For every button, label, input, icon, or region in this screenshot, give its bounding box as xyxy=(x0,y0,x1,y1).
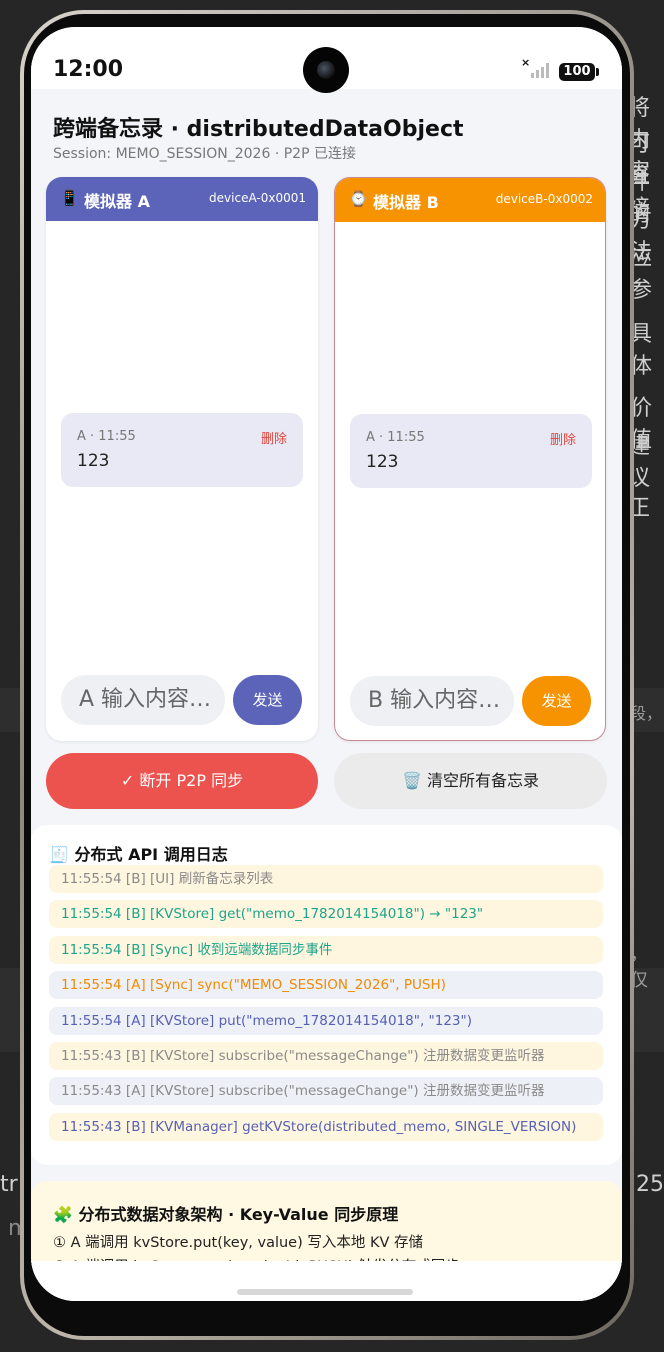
svg-text:×: × xyxy=(521,57,530,69)
device-b-panel: ⌚ 模拟器 B deviceB-0x0002 A · 11:55 删除 123 … xyxy=(334,177,606,741)
memo-delete-button[interactable]: 删除 xyxy=(550,429,576,448)
home-bar-area xyxy=(31,1261,622,1301)
device-b-name: 模拟器 B xyxy=(373,193,439,212)
architecture-step: ① A 端调用 kvStore.put(key, value) 写入本地 KV … xyxy=(53,1235,424,1251)
device-a-id: deviceA-0x0001 xyxy=(209,191,306,205)
status-bar: 12:00 × 100 xyxy=(31,27,622,93)
signal-icon: × xyxy=(521,57,549,78)
architecture-title: 🧩 分布式数据对象架构 · Key-Value 同步原理 xyxy=(53,1205,399,1224)
log-entry: 11:55:54 [A] [KVStore] put("memo_1782014… xyxy=(49,1006,603,1035)
memo-text: 123 xyxy=(366,452,399,472)
background-text: tr xyxy=(0,1172,18,1197)
device-b-id: deviceB-0x0002 xyxy=(495,192,593,206)
device-b-header: ⌚ 模拟器 B deviceB-0x0002 xyxy=(335,178,605,222)
memo-text: 123 xyxy=(77,451,110,471)
api-log-title: 🧾 分布式 API 调用日志 xyxy=(49,845,228,864)
session-status: Session: MEMO_SESSION_2026 · P2P 已连接 xyxy=(53,146,356,162)
memo-item: A · 11:55 删除 123 xyxy=(350,414,592,488)
clear-all-memos-button[interactable]: 🗑️ 清空所有备忘录 xyxy=(334,753,607,809)
log-entry: 11:55:43 [B] [KVManager] getKVStore(dist… xyxy=(49,1112,603,1141)
log-entry: 11:55:43 [A] [KVStore] subscribe("messag… xyxy=(49,1077,603,1106)
device-a-header: 📱 模拟器 A deviceA-0x0001 xyxy=(46,177,318,221)
background-text: 具体 xyxy=(630,322,653,379)
memo-meta: A · 11:55 xyxy=(366,430,425,445)
device-a-panel: 📱 模拟器 A deviceA-0x0001 A · 11:55 删除 123 … xyxy=(46,177,318,741)
battery-icon: 100 xyxy=(559,63,599,81)
home-indicator[interactable] xyxy=(237,1289,413,1295)
device-b-input[interactable]: B 输入内容… xyxy=(350,676,514,726)
disconnect-p2p-button[interactable]: ✓ 断开 P2P 同步 xyxy=(46,753,318,809)
phone-screen: 12:00 × 100 跨端备忘录 · distributedDataObjec… xyxy=(31,27,622,1301)
log-entry: 11:55:43 [B] [KVStore] subscribe("messag… xyxy=(49,1042,603,1070)
device-a-input[interactable]: A 输入内容… xyxy=(61,675,225,725)
background-text: 应参 xyxy=(630,246,653,303)
device-a-name: 模拟器 A xyxy=(84,192,150,211)
log-entry: 11:55:54 [B] [KVStore] get("memo_1782014… xyxy=(49,900,603,929)
background-text: 25 xyxy=(636,1172,664,1197)
phone-icon: 📱 xyxy=(60,189,79,207)
status-time: 12:00 xyxy=(53,57,124,82)
background-text: 段， xyxy=(630,704,663,723)
memo-meta: A · 11:55 xyxy=(77,429,136,444)
watch-icon: ⌚ xyxy=(349,190,368,208)
log-entry: 11:55:54 [B] [Sync] 收到远端数据同步事件 xyxy=(49,935,603,964)
page-title: 跨端备忘录 · distributedDataObject xyxy=(53,117,464,142)
log-entry: 11:55:54 [A] [Sync] sync("MEMO_SESSION_2… xyxy=(49,971,603,1000)
log-entry: 11:55:54 [B] [UI] 刷新备忘录列表 xyxy=(49,865,603,893)
device-b-send-button[interactable]: 发送 xyxy=(522,676,591,726)
api-log-card: 🧾 分布式 API 调用日志 11:55:54 [B] [UI] 刷新备忘录列表… xyxy=(31,825,622,1165)
background-text: ，仅 xyxy=(630,944,648,991)
memo-item: A · 11:55 删除 123 xyxy=(61,413,303,487)
device-a-send-button[interactable]: 发送 xyxy=(233,675,302,725)
front-camera xyxy=(303,47,349,93)
memo-delete-button[interactable]: 删除 xyxy=(261,428,287,447)
